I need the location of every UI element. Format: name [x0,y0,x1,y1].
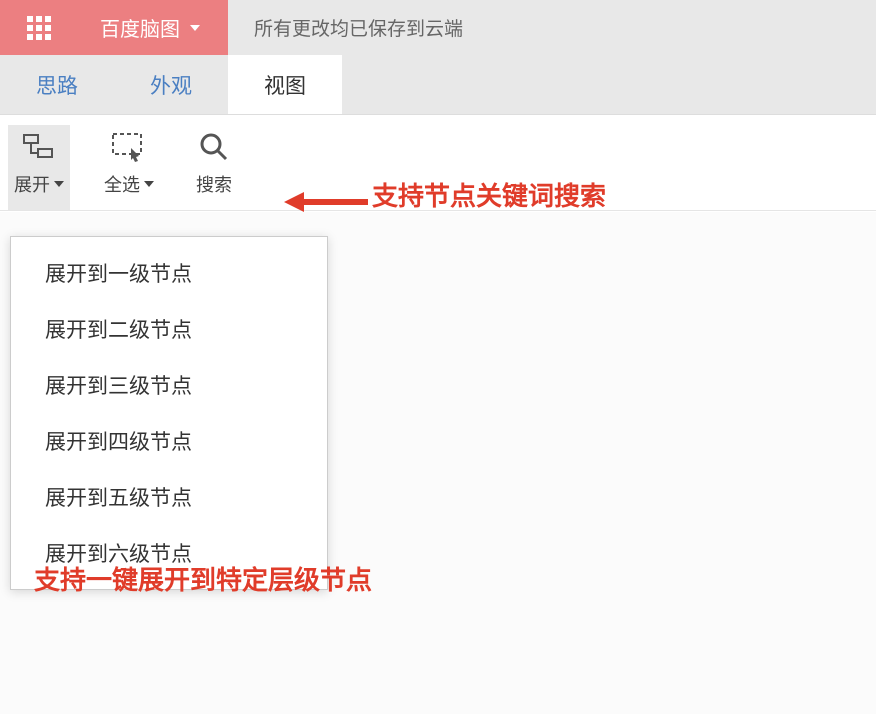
annotation-search-hint: 支持节点关键词搜索 [372,176,606,213]
select-all-label: 全选 [104,171,154,197]
chevron-down-icon [144,181,154,187]
search-label: 搜索 [196,171,232,197]
select-all-tool[interactable]: 全选 [98,125,160,210]
expand-label: 展开 [14,171,64,197]
search-icon [194,129,234,165]
expand-tool[interactable]: 展开 [8,125,70,210]
apps-grid-icon [27,16,51,40]
annotation-expand-hint: 支持一键展开到特定层级节点 [34,560,372,597]
tab-view[interactable]: 视图 [228,55,342,114]
main-tabs: 思路 外观 视图 [0,55,876,115]
expand-level-3[interactable]: 展开到三级节点 [11,357,327,413]
expand-level-1[interactable]: 展开到一级节点 [11,245,327,301]
arrow-annotation-icon [284,190,368,214]
expand-level-4[interactable]: 展开到四级节点 [11,413,327,469]
tab-idea[interactable]: 思路 [0,55,114,114]
app-header: 百度脑图 所有更改均已保存到云端 [0,0,876,55]
search-tool[interactable]: 搜索 [188,125,240,210]
expand-dropdown: 展开到一级节点 展开到二级节点 展开到三级节点 展开到四级节点 展开到五级节点 … [10,236,328,590]
apps-menu-button[interactable] [0,0,78,55]
chevron-down-icon [54,181,64,187]
expand-icon [19,129,59,165]
chevron-down-icon [190,25,200,31]
expand-level-5[interactable]: 展开到五级节点 [11,469,327,525]
brand-label: 百度脑图 [100,13,180,42]
selection-icon [109,129,149,165]
save-status: 所有更改均已保存到云端 [228,0,876,55]
brand-dropdown[interactable]: 百度脑图 [78,0,228,55]
expand-level-2[interactable]: 展开到二级节点 [11,301,327,357]
tab-appearance[interactable]: 外观 [114,55,228,114]
